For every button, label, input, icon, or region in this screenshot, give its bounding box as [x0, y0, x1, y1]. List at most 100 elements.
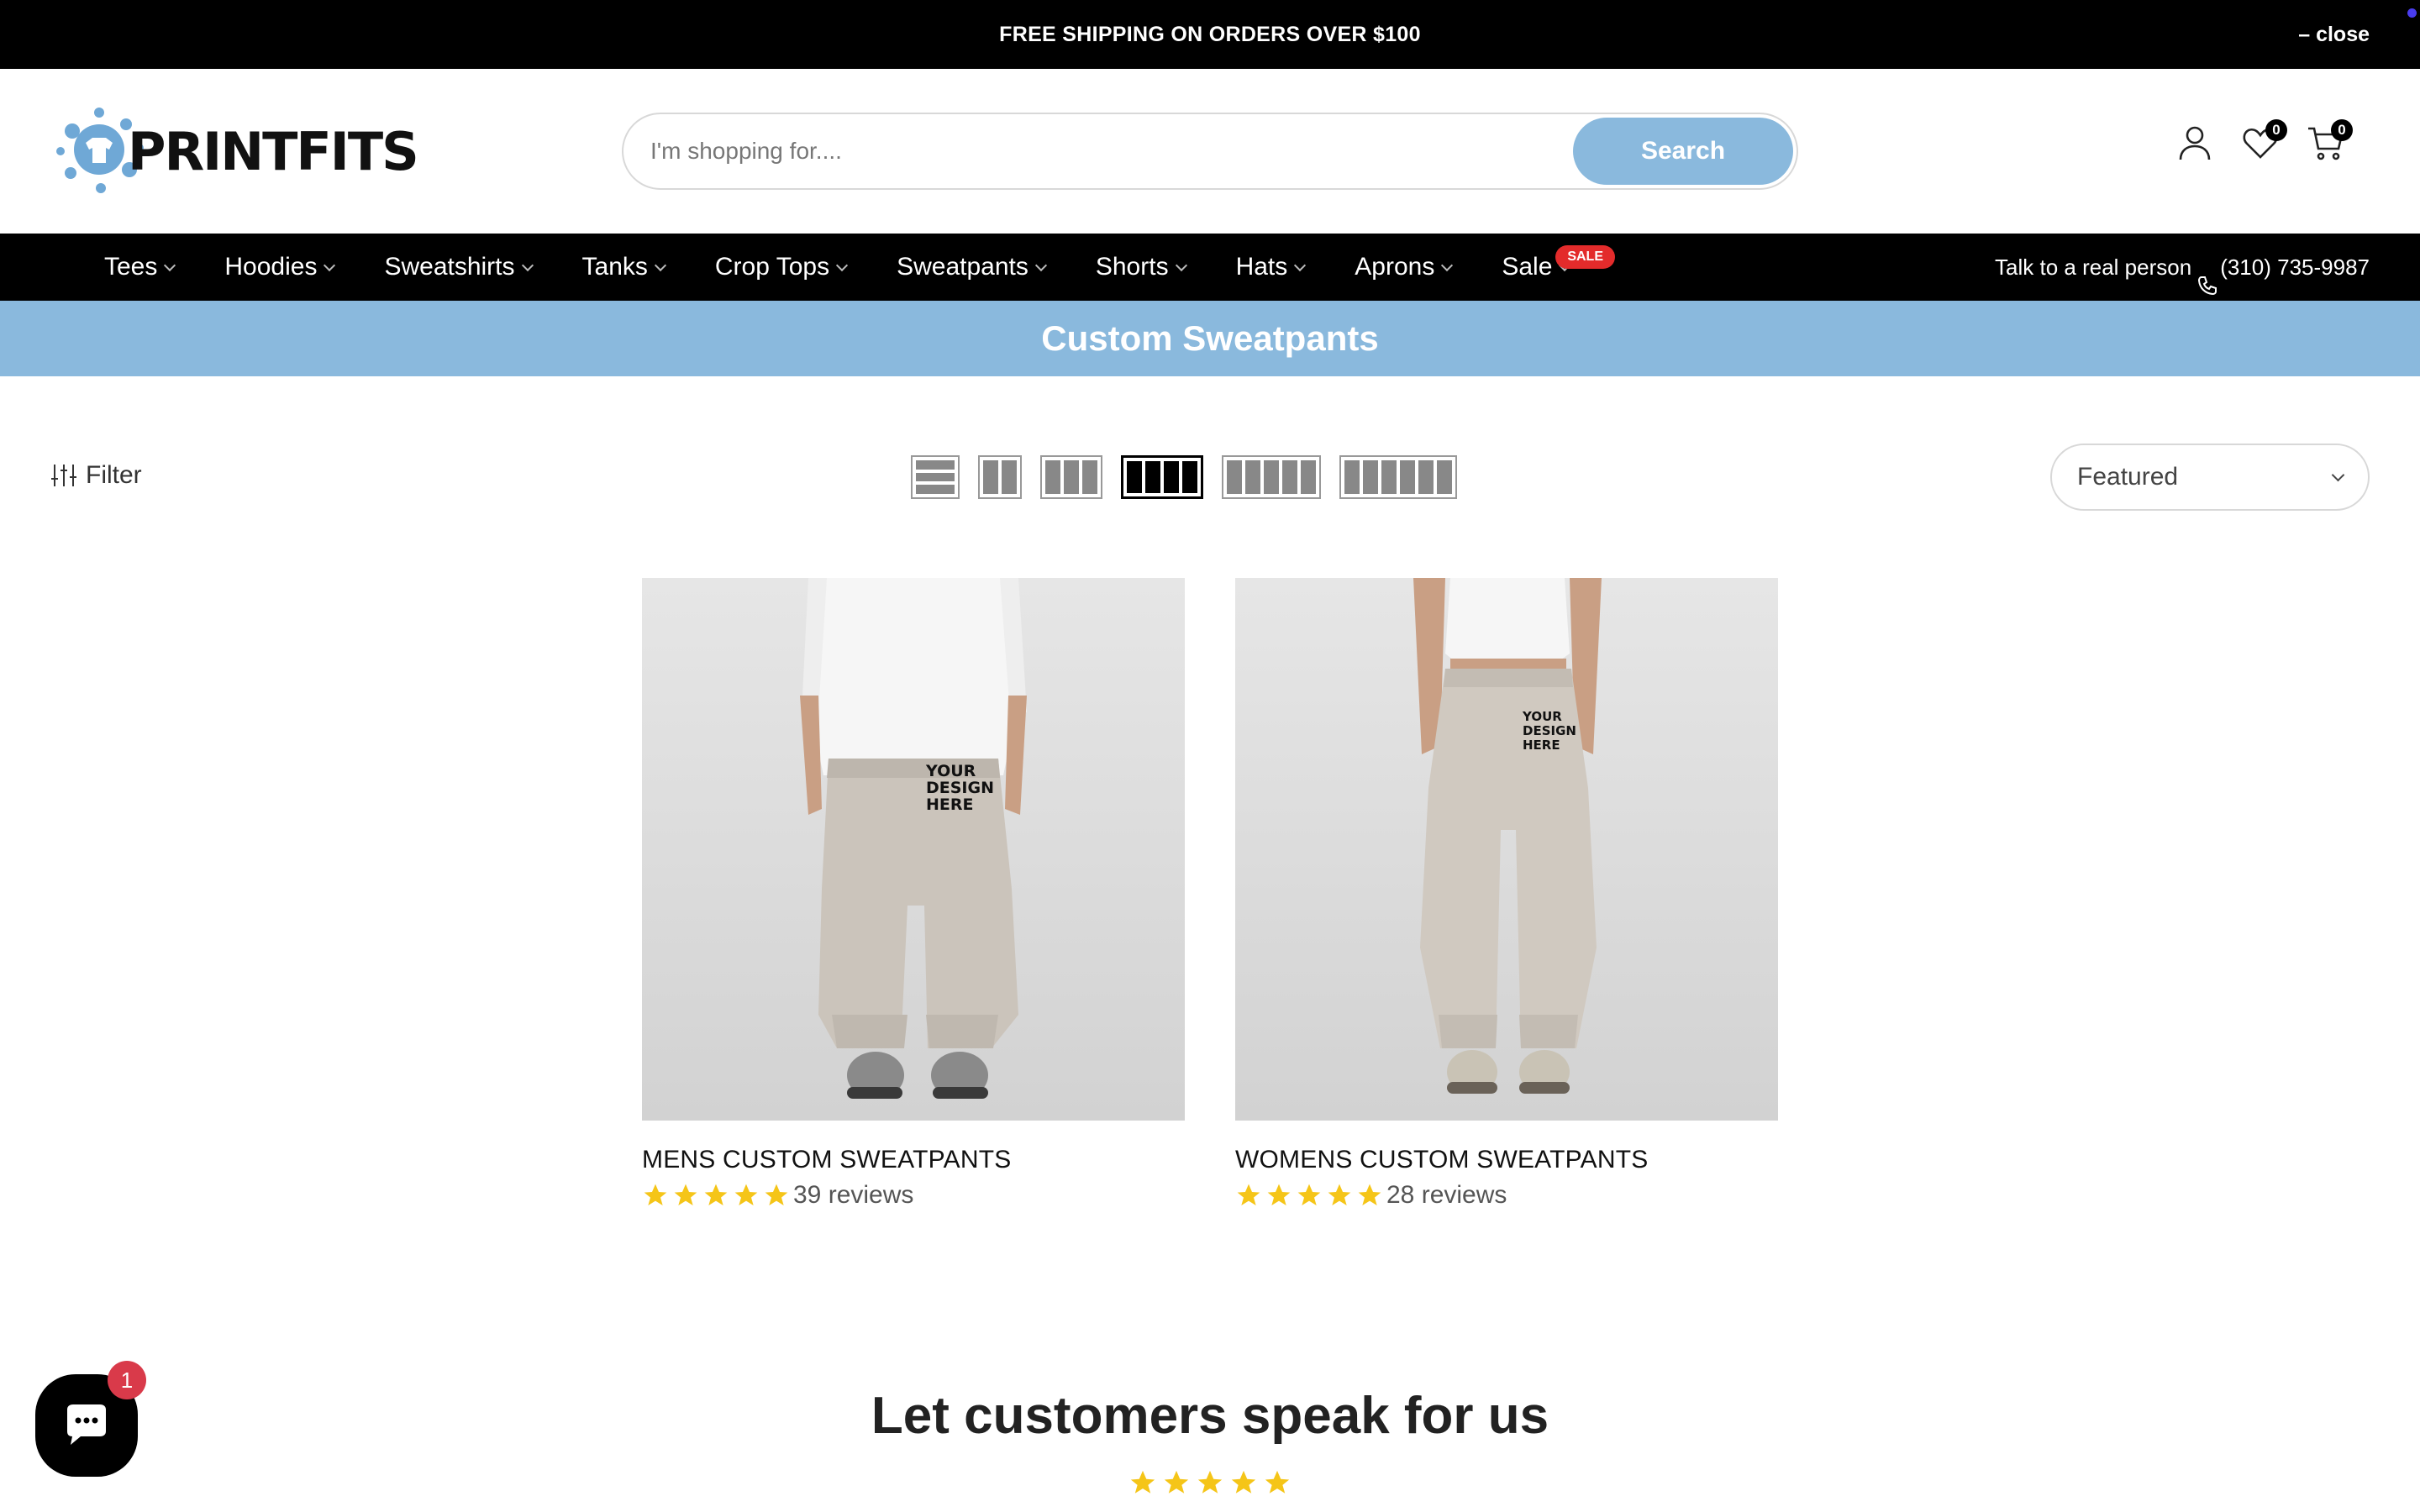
sort-value: Featured — [2077, 463, 2179, 491]
star-icon — [1231, 1470, 1256, 1494]
search-input[interactable] — [650, 114, 1491, 188]
nav-item-label: Tanks — [581, 253, 648, 281]
sale-badge: SALE — [1555, 245, 1615, 269]
grid-2-columns-button[interactable] — [978, 455, 1022, 499]
chevron-down-icon — [1294, 259, 1307, 272]
chevron-down-icon — [654, 259, 666, 272]
search-button[interactable]: Search — [1573, 118, 1793, 185]
nav-item-tanks[interactable]: Tanks — [581, 234, 666, 301]
cart-count: 0 — [2331, 119, 2353, 141]
reviews-section-title: Let customers speak for us — [871, 1387, 1549, 1445]
grid-5-columns-button[interactable] — [1222, 455, 1321, 499]
product-rating[interactable]: 28 reviews — [1235, 1181, 1778, 1210]
grid-list-button[interactable] — [911, 455, 960, 499]
cart-button[interactable]: 0 — [2304, 119, 2353, 166]
chevron-down-icon — [1175, 259, 1187, 272]
announcement-close-button[interactable]: – close — [2298, 0, 2370, 69]
grid-col — [1418, 460, 1434, 494]
product-photo-mens: YOUR DESIGN HERE — [800, 578, 1027, 1099]
product-card: YOUR DESIGN HERE WOMENS CUSTOM SWEATPANT… — [1235, 578, 1778, 1210]
account-button[interactable] — [2173, 119, 2217, 166]
contact-label: Talk to a real person — [1995, 255, 2192, 280]
nav-item-hoodies[interactable]: Hoodies — [224, 234, 336, 301]
nav-item-label: Hats — [1235, 253, 1288, 281]
sort-select[interactable]: Featured — [2050, 444, 2370, 511]
grid-col — [1082, 460, 1097, 494]
star-icon — [1130, 1470, 1155, 1494]
contact-phone-number: (310) 735-9987 — [2220, 255, 2370, 280]
mockup-text-line: DESIGN — [1523, 723, 1576, 738]
nav-item-aprons[interactable]: Aprons — [1355, 234, 1454, 301]
nav-item-tees[interactable]: Tees — [104, 234, 176, 301]
chevron-down-icon — [521, 259, 534, 272]
user-icon — [2179, 126, 2211, 160]
nav-item-sweatshirts[interactable]: Sweatshirts — [384, 234, 534, 301]
logo-text: PRINTFITS — [128, 120, 419, 182]
grid-col — [1145, 461, 1160, 493]
star-icon — [1237, 1184, 1260, 1205]
grid-4-columns-button[interactable] — [1121, 455, 1203, 499]
header-actions: 0 0 — [2173, 118, 2353, 168]
product-card: YOUR DESIGN HERE MENS CUSTOM SWEATPANTS … — [642, 578, 1185, 1210]
wishlist-button[interactable]: 0 — [2238, 119, 2287, 166]
star-icon — [1164, 1470, 1189, 1494]
nav-item-label: Sweatshirts — [384, 253, 515, 281]
grid-3-columns-button[interactable] — [1040, 455, 1102, 499]
grid-col — [1182, 461, 1197, 493]
chevron-down-icon — [836, 259, 849, 272]
nav-item-hats[interactable]: Hats — [1235, 234, 1307, 301]
grid-col — [1264, 460, 1279, 494]
product-image[interactable]: YOUR DESIGN HERE — [1235, 578, 1778, 1121]
star-icon — [674, 1184, 697, 1205]
mockup-text-line: HERE — [926, 795, 974, 814]
mockup-text-line: YOUR — [925, 762, 976, 780]
nav-item-sale[interactable]: Sale SALE — [1502, 234, 1615, 301]
chat-launcher-button[interactable]: 1 — [35, 1361, 146, 1477]
nav-item-label: Sale — [1502, 253, 1553, 281]
phone-icon — [2196, 255, 2218, 296]
product-title[interactable]: WOMENS CUSTOM SWEATPANTS — [1235, 1146, 1778, 1174]
nav-item-sweatpants[interactable]: Sweatpants — [897, 234, 1047, 301]
chevron-down-icon — [2331, 468, 2345, 482]
star-icon — [1328, 1184, 1351, 1205]
grid-col — [1045, 460, 1060, 494]
grid-col — [1227, 460, 1242, 494]
grid-col — [983, 460, 998, 494]
grid-col — [1344, 460, 1360, 494]
grid-col — [1363, 460, 1378, 494]
chat-bubble-icon — [67, 1404, 106, 1445]
nav-item-label: Sweatpants — [897, 253, 1028, 281]
nav-item-crop-tops[interactable]: Crop Tops — [715, 234, 849, 301]
chat-notification-badge: 1 — [108, 1361, 146, 1399]
site-header: PRINTFITS Search 0 0 — [0, 69, 2420, 234]
review-count: 28 reviews — [1386, 1181, 1507, 1209]
star-icon — [1265, 1470, 1290, 1494]
collection-title: Custom Sweatpants — [1041, 318, 1379, 358]
grid-layout-switcher — [911, 455, 1476, 499]
product-title[interactable]: MENS CUSTOM SWEATPANTS — [642, 1146, 1185, 1174]
grid-list-row — [916, 485, 955, 495]
logo[interactable]: PRINTFITS — [52, 102, 419, 197]
review-count: 39 reviews — [793, 1181, 914, 1209]
status-dot — [2407, 8, 2417, 18]
product-image[interactable]: YOUR DESIGN HERE — [642, 578, 1185, 1121]
nav-item-label: Aprons — [1355, 253, 1435, 281]
grid-list-row — [916, 472, 955, 482]
wishlist-count: 0 — [2265, 119, 2287, 141]
product-rating[interactable]: 39 reviews — [642, 1181, 1185, 1210]
filter-label: Filter — [86, 461, 142, 489]
grid-col — [1400, 460, 1415, 494]
nav-item-shorts[interactable]: Shorts — [1095, 234, 1187, 301]
star-icon — [1197, 1470, 1223, 1494]
grid-6-columns-button[interactable] — [1339, 455, 1457, 499]
announcement-message: FREE SHIPPING ON ORDERS OVER $100 — [999, 23, 1421, 46]
nav-item-label: Shorts — [1095, 253, 1169, 281]
sliders-icon — [51, 465, 76, 486]
contact-phone-link[interactable]: Talk to a real person (310) 735-9987 — [1995, 234, 2370, 301]
chevron-down-icon — [324, 259, 336, 272]
filter-button[interactable]: Filter — [50, 457, 142, 494]
nav-item-label: Tees — [104, 253, 158, 281]
grid-col — [1282, 460, 1297, 494]
star-icon — [1297, 1184, 1321, 1205]
chevron-down-icon — [1441, 259, 1454, 272]
